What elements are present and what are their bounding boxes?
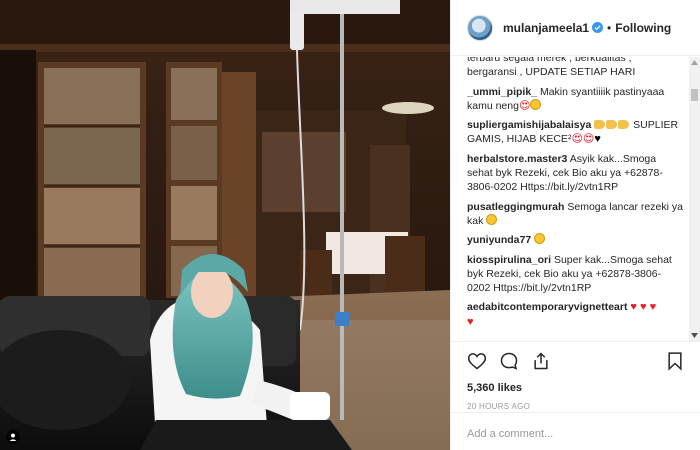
likes-count[interactable]: 5,360 likes bbox=[467, 382, 685, 394]
comment-username[interactable]: pusatleggingmurah bbox=[467, 201, 564, 213]
heart-eyes-emoji-icon: 😍😍 bbox=[571, 133, 595, 146]
heart-emoji-icon: ♥ ♥ ♥ bbox=[630, 301, 657, 314]
comment-username[interactable]: _ummi_pipik_ bbox=[467, 86, 537, 98]
comment-text: terbaru segala merek , berkualitas , ber… bbox=[467, 57, 636, 79]
comment-item: yuniyunda77 bbox=[467, 233, 683, 247]
comment-item: herbalstore.master3 Asyik kak...Smoga se… bbox=[467, 152, 683, 195]
verified-badge-icon bbox=[592, 22, 604, 33]
avatar[interactable] bbox=[467, 14, 493, 41]
scroll-down-arrow-icon[interactable] bbox=[689, 330, 700, 341]
comment-input[interactable] bbox=[467, 428, 685, 440]
comment-username[interactable]: herbalstore.master3 bbox=[467, 153, 567, 165]
comment-item: kiosspirulina_ori Super kak...Smoga seha… bbox=[467, 253, 683, 296]
add-comment-box bbox=[451, 412, 700, 450]
comment-item: supliergamishijabalaisya SUPLIER GAMIS, … bbox=[467, 118, 683, 147]
clap-hand-emoji-icon bbox=[606, 120, 618, 130]
clap-hand-emoji-icon bbox=[618, 120, 630, 130]
comment-username[interactable]: aedabitcontemporaryvignetteart bbox=[467, 301, 627, 313]
comment-username[interactable]: kiosspirulina_ori bbox=[467, 254, 551, 266]
comment-item: aedabitcontemporaryvignetteart ♥ ♥ ♥ ♥ bbox=[467, 300, 683, 329]
post-photo bbox=[0, 0, 450, 450]
scroll-thumb[interactable] bbox=[691, 89, 698, 101]
heart-icon[interactable] bbox=[467, 351, 487, 371]
comment-icon[interactable] bbox=[499, 351, 519, 371]
comment-username[interactable]: yuniyunda77 bbox=[467, 234, 531, 246]
post-timestamp[interactable]: 20 HOURS AGO bbox=[467, 402, 685, 411]
heart-emoji-icon: ♥ bbox=[467, 315, 474, 328]
comment-item: terbaru segala merek , berkualitas , ber… bbox=[467, 57, 683, 80]
post-header: mulanjameela1 • Following bbox=[451, 0, 700, 56]
heart-eyes-emoji-icon: 😍 bbox=[518, 99, 531, 112]
comments-scrollbar[interactable] bbox=[689, 57, 700, 341]
post-actions: 5,360 likes 20 HOURS AGO bbox=[451, 341, 700, 411]
comment-username[interactable]: supliergamishijabalaisya bbox=[467, 119, 591, 131]
following-button[interactable]: Following bbox=[615, 21, 671, 35]
black-heart-emoji-icon: ♥ bbox=[594, 133, 601, 146]
header-username[interactable]: mulanjameela1 bbox=[503, 21, 589, 35]
action-icon-row bbox=[467, 350, 685, 372]
post-side-panel: mulanjameela1 • Following terbaru segala… bbox=[450, 0, 700, 450]
smile-emoji-icon bbox=[486, 213, 498, 225]
smile-emoji-icon bbox=[534, 233, 546, 245]
user-tag-icon[interactable] bbox=[6, 430, 20, 444]
clap-hand-emoji-icon bbox=[594, 120, 606, 130]
comment-item: pusatleggingmurah Semoga lancar rezeki y… bbox=[467, 200, 683, 229]
header-separator: • bbox=[607, 20, 612, 35]
scroll-up-arrow-icon[interactable] bbox=[689, 57, 700, 68]
post-image bbox=[0, 0, 450, 450]
smile-emoji-icon bbox=[530, 98, 542, 110]
bookmark-icon[interactable] bbox=[665, 351, 685, 371]
comments-list: terbaru segala merek , berkualitas , ber… bbox=[451, 57, 700, 341]
share-icon[interactable] bbox=[531, 351, 551, 371]
comment-item: _ummi_pipik_ Makin syantiiiik pastinyaaa… bbox=[467, 85, 683, 114]
